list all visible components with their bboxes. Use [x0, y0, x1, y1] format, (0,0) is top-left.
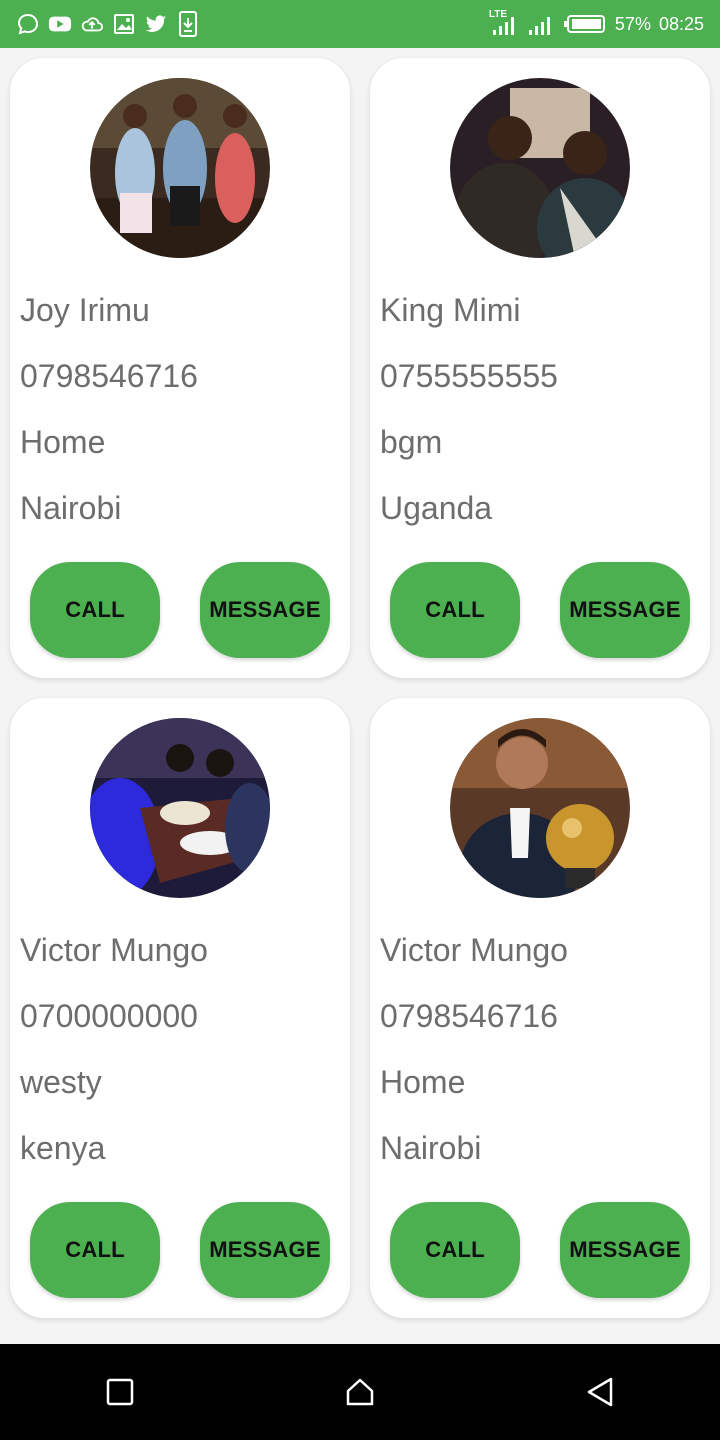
contact-label: bgm	[380, 424, 443, 460]
call-button[interactable]: CALL	[30, 562, 160, 658]
navigation-bar	[0, 1344, 720, 1440]
contact-phone: 0700000000	[20, 998, 198, 1034]
contact-location: Nairobi	[20, 490, 122, 526]
battery-icon	[563, 12, 607, 36]
contact-photo	[90, 78, 270, 258]
contacts-grid: Joy Irimu 0798546716 Home Nairobi CALL M…	[10, 58, 710, 1318]
message-button[interactable]: MESSAGE	[560, 1202, 690, 1298]
contact-name: Victor Mungo	[20, 932, 208, 968]
notification-icons	[16, 11, 200, 37]
contact-name: King Mimi	[380, 292, 521, 328]
clock: 08:25	[658, 13, 704, 34]
contact-label: westy	[20, 1064, 102, 1100]
contact-card: Victor Mungo 0798546716 Home Nairobi CAL…	[370, 698, 710, 1318]
avatar	[90, 718, 270, 898]
home-icon[interactable]	[330, 1362, 390, 1422]
call-button[interactable]: CALL	[390, 1202, 520, 1298]
contact-card: Joy Irimu 0798546716 Home Nairobi CALL M…	[10, 58, 350, 678]
youtube-icon	[48, 12, 72, 36]
network-type: LTE	[488, 9, 508, 20]
signal-icon	[527, 12, 555, 36]
contact-label: Home	[380, 1064, 466, 1100]
contact-card: Victor Mungo 0700000000 westy kenya CALL…	[10, 698, 350, 1318]
contact-photo	[450, 78, 630, 258]
contact-location: Uganda	[380, 490, 493, 526]
call-button[interactable]: CALL	[390, 562, 520, 658]
lte-signal-icon: LTE	[488, 9, 519, 36]
twitter-icon	[144, 12, 168, 36]
message-button[interactable]: MESSAGE	[200, 1202, 330, 1298]
contact-card: King Mimi 0755555555 bgm Uganda CALL MES…	[370, 58, 710, 678]
contact-name: Victor Mungo	[380, 932, 568, 968]
recents-icon[interactable]	[90, 1362, 150, 1422]
contact-photo	[90, 718, 270, 898]
back-icon[interactable]	[570, 1362, 630, 1422]
contact-photo	[450, 718, 630, 898]
contact-location: Nairobi	[380, 1130, 482, 1166]
system-indicators: LTE 57% 08:25	[488, 9, 704, 36]
download-icon	[176, 11, 200, 37]
message-button[interactable]: MESSAGE	[560, 562, 690, 658]
status-bar: LTE 57% 08:25	[0, 0, 720, 48]
battery-percent: 57%	[614, 13, 651, 34]
call-button[interactable]: CALL	[30, 1202, 160, 1298]
avatar	[450, 78, 630, 258]
message-button[interactable]: MESSAGE	[200, 562, 330, 658]
contact-name: Joy Irimu	[20, 292, 150, 328]
image-icon	[112, 12, 136, 36]
contact-label: Home	[20, 424, 106, 460]
avatar	[450, 718, 630, 898]
chat-icon	[16, 12, 40, 36]
contact-phone: 0798546716	[20, 358, 198, 394]
cloud-upload-icon	[80, 12, 104, 36]
contact-phone: 0755555555	[380, 358, 558, 394]
contact-phone: 0798546716	[380, 998, 558, 1034]
avatar	[90, 78, 270, 258]
contact-location: kenya	[20, 1130, 106, 1166]
